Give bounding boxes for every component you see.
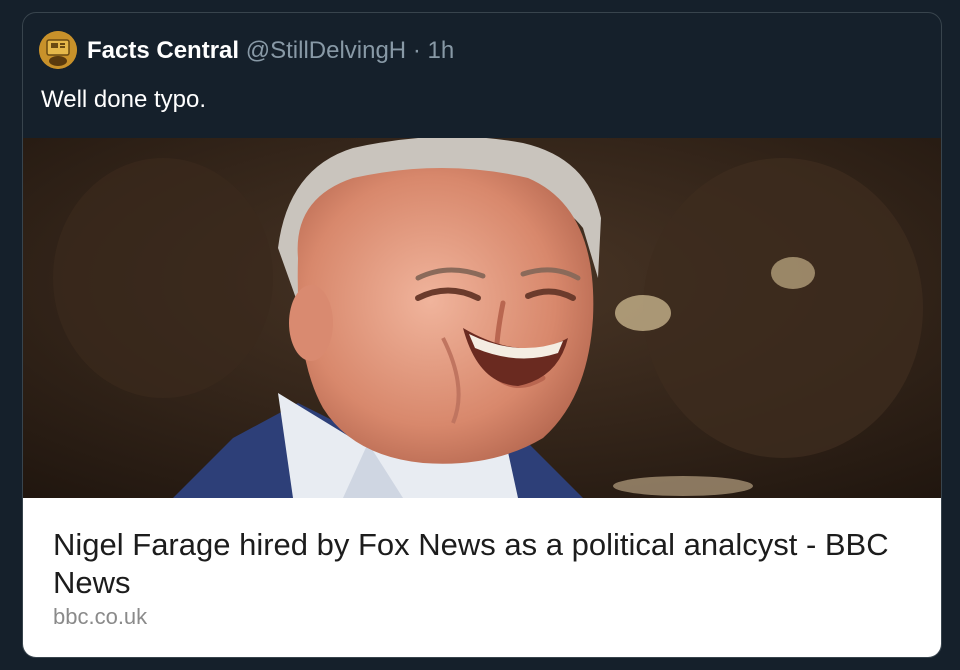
separator-dot: · bbox=[412, 37, 421, 64]
article-domain: bbc.co.uk bbox=[53, 604, 148, 629]
article-title[interactable]: Nigel Farage hired by Fox News as a poli… bbox=[53, 526, 923, 602]
avatar[interactable] bbox=[39, 31, 77, 69]
user-handle[interactable]: @StillDelvingH bbox=[246, 37, 406, 64]
tweet-text: Well done typo. bbox=[41, 86, 206, 113]
display-name[interactable]: Facts Central bbox=[87, 37, 239, 64]
tweet-header: Facts Central @StillDelvingH · 1h bbox=[87, 37, 454, 65]
article-photo bbox=[23, 138, 941, 498]
link-preview-card[interactable]: Nigel Farage hired by Fox News as a poli… bbox=[23, 138, 941, 657]
tweet-timestamp[interactable]: 1h bbox=[427, 37, 454, 64]
tweet-card[interactable]: Facts Central @StillDelvingH · 1h Well d… bbox=[22, 12, 942, 658]
emoji-avatar-icon bbox=[39, 31, 77, 69]
